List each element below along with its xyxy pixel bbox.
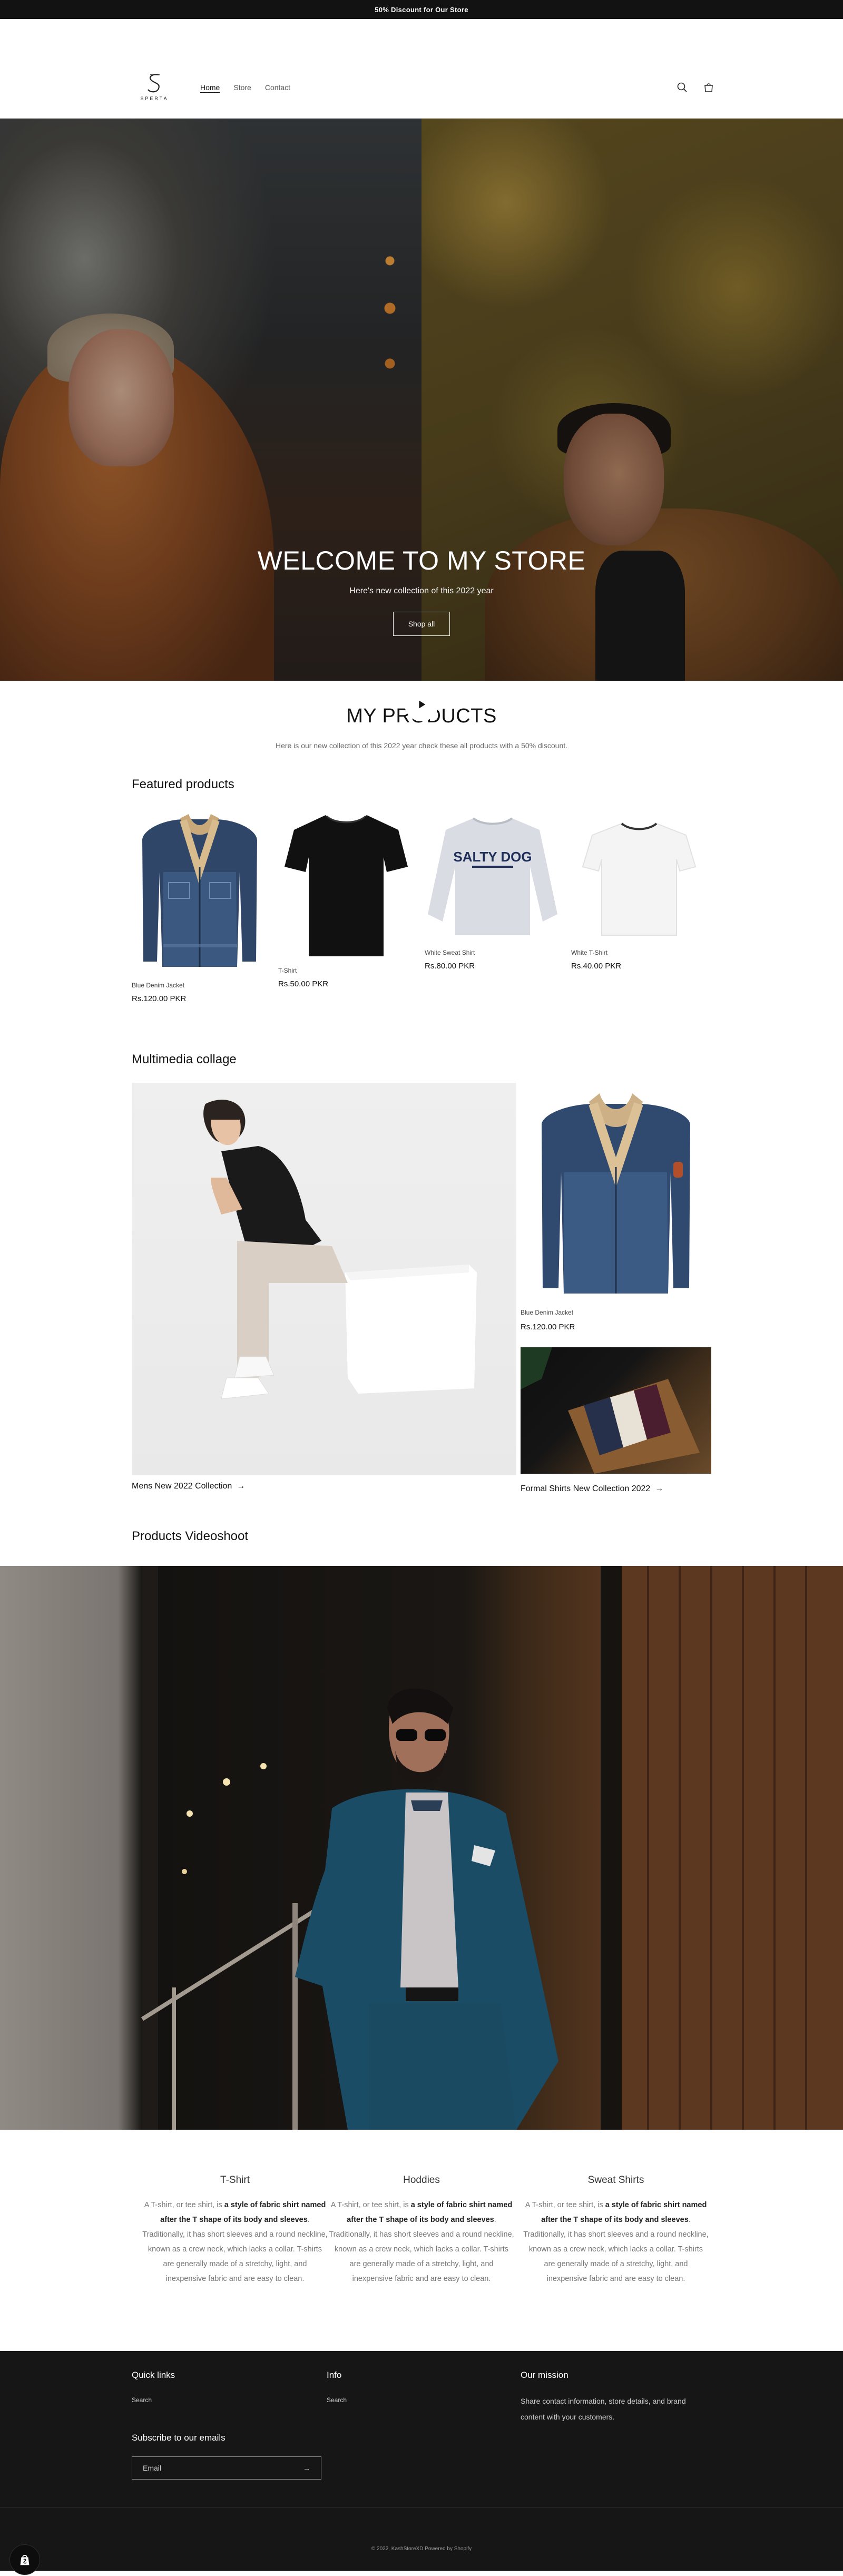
logo-text: SPERTA: [140, 96, 169, 101]
arrow-right-icon[interactable]: →: [303, 2464, 310, 2472]
footer-quick-links: Quick links Search: [132, 2370, 175, 2404]
footer-link-search[interactable]: Search: [132, 2396, 175, 2404]
video-player[interactable]: [0, 1566, 843, 2130]
product-name[interactable]: White T-Shirt: [571, 949, 707, 956]
column-title: Hoddies: [403, 2175, 440, 2186]
column-text: A T-shirt, or tee shirt, is a style of f…: [523, 2201, 709, 2283]
footer-mission-title: Our mission: [521, 2370, 568, 2380]
collage-product-price: Rs.120.00 PKR: [521, 1323, 575, 1331]
footer-info-title: Info: [327, 2370, 342, 2380]
video-title: Products Videoshoot: [132, 1529, 249, 1543]
shopify-badge[interactable]: [9, 2544, 40, 2575]
footer-link-search[interactable]: Search: [327, 2396, 347, 2404]
hero-banner: WELCOME TO MY STORE Here's new collectio…: [0, 119, 843, 681]
product-card[interactable]: Blue Denim Jacket Rs.120.00 PKR: [132, 809, 268, 1003]
sweatshirt-print: SALTY DOG: [453, 849, 532, 865]
play-icon: [419, 700, 426, 709]
product-image-tshirt[interactable]: [278, 809, 414, 962]
column-tshirt: T-Shirt A T-shirt, or tee shirt, is a st…: [142, 2175, 328, 2286]
collage-title: Multimedia collage: [132, 1052, 237, 1066]
shop-all-button[interactable]: Shop all: [393, 612, 450, 636]
product-image-denim-jacket[interactable]: [132, 809, 268, 976]
play-button[interactable]: [405, 688, 438, 721]
footer-quick-links-title: Quick links: [132, 2370, 175, 2380]
hero-subtitle: Here's new collection of this 2022 year: [349, 586, 494, 595]
formal-shirts-link[interactable]: Formal Shirts New Collection 2022 →: [521, 1484, 711, 1494]
video-poster: [141, 1566, 843, 2130]
multimedia-collage: Multimedia collage Mens New 2022 Collect…: [0, 1031, 843, 1519]
mens-collection-link[interactable]: Mens New 2022 Collection →: [132, 1482, 245, 1491]
column-title: T-Shirt: [220, 2175, 250, 2186]
logo-mark-icon: [148, 74, 160, 93]
arrow-right-icon: →: [652, 1484, 664, 1493]
nav-link-store[interactable]: Store: [233, 83, 251, 92]
product-price: Rs.40.00 PKR: [571, 962, 622, 971]
column-hoodies: Hoddies A T-shirt, or tee shirt, is a st…: [329, 2175, 514, 2286]
arrow-right-icon: →: [234, 1482, 246, 1491]
shopify-bag-icon: [20, 2554, 30, 2565]
site-header: SPERTA Home Store Contact: [0, 19, 843, 119]
product-card[interactable]: SALTY DOG White Sweat Shirt Rs.80.00 PKR: [425, 809, 561, 971]
cart-icon[interactable]: [702, 81, 715, 94]
footer-mission-text: Share contact information, store details…: [521, 2397, 686, 2421]
email-signup: →: [132, 2456, 321, 2480]
copyright-text: © 2022, KashStoreXD Powered by Shopify: [371, 2546, 472, 2552]
product-image-white-tshirt[interactable]: [571, 809, 707, 944]
product-card[interactable]: White T-Shirt Rs.40.00 PKR: [571, 809, 707, 971]
footer-info: Info Search: [327, 2370, 347, 2404]
product-price: Rs.120.00 PKR: [132, 994, 187, 1003]
search-icon[interactable]: [675, 81, 689, 94]
header-icons: [675, 81, 715, 94]
main-nav: Home Store Contact: [200, 83, 290, 92]
footer-divider: [0, 2507, 843, 2508]
hero-title: WELCOME TO MY STORE: [257, 546, 586, 575]
featured-products: Featured products Blue Denim Jacket Rs.1…: [0, 752, 843, 1031]
announcement-bar: 50% Discount for Our Store: [0, 0, 843, 19]
collage-image-main[interactable]: [132, 1083, 516, 1475]
product-image-sweatshirt[interactable]: SALTY DOG: [425, 809, 561, 944]
mens-collection-label[interactable]: Mens New 2022 Collection: [132, 1482, 232, 1491]
collage-shirts-image[interactable]: [521, 1347, 711, 1474]
column-text: A T-shirt, or tee shirt, is a style of f…: [142, 2201, 328, 2283]
nav-link-contact[interactable]: Contact: [265, 83, 290, 92]
product-name[interactable]: Blue Denim Jacket: [132, 982, 268, 989]
announcement-text: 50% Discount for Our Store: [375, 5, 468, 14]
product-price: Rs.50.00 PKR: [278, 980, 329, 988]
column-title: Sweat Shirts: [587, 2175, 644, 2186]
site-footer: Quick links Search Info Search Our missi…: [0, 2351, 843, 2575]
video-section-header: Products Videoshoot: [0, 1519, 843, 1566]
product-name[interactable]: T-Shirt: [278, 967, 414, 974]
column-sweatshirts: Sweat Shirts A T-shirt, or tee shirt, is…: [523, 2175, 709, 2286]
multicolumn-section: T-Shirt A T-shirt, or tee shirt, is a st…: [0, 2130, 843, 2351]
email-input[interactable]: [143, 2464, 290, 2472]
collage-side-column: Blue Denim Jacket Rs.120.00 PKR Formal S…: [521, 1083, 711, 1494]
products-description: Here is our new collection of this 2022 …: [275, 741, 568, 750]
store-logo[interactable]: SPERTA: [139, 72, 170, 105]
column-text: A T-shirt, or tee shirt, is a style of f…: [329, 2201, 514, 2283]
featured-title: Featured products: [132, 777, 234, 791]
product-card[interactable]: T-Shirt Rs.50.00 PKR: [278, 809, 414, 988]
nav-link-home[interactable]: Home: [200, 83, 220, 92]
formal-shirts-label[interactable]: Formal Shirts New Collection 2022: [521, 1484, 650, 1493]
collage-product-image[interactable]: [521, 1083, 711, 1301]
subscribe-title: Subscribe to our emails: [132, 2433, 226, 2443]
footer-mission: Our mission Share contact information, s…: [521, 2370, 710, 2425]
collage-product-name[interactable]: Blue Denim Jacket: [521, 1309, 711, 1316]
hero-content: WELCOME TO MY STORE Here's new collectio…: [0, 545, 843, 636]
product-name[interactable]: White Sweat Shirt: [425, 949, 561, 956]
product-price: Rs.80.00 PKR: [425, 962, 475, 971]
